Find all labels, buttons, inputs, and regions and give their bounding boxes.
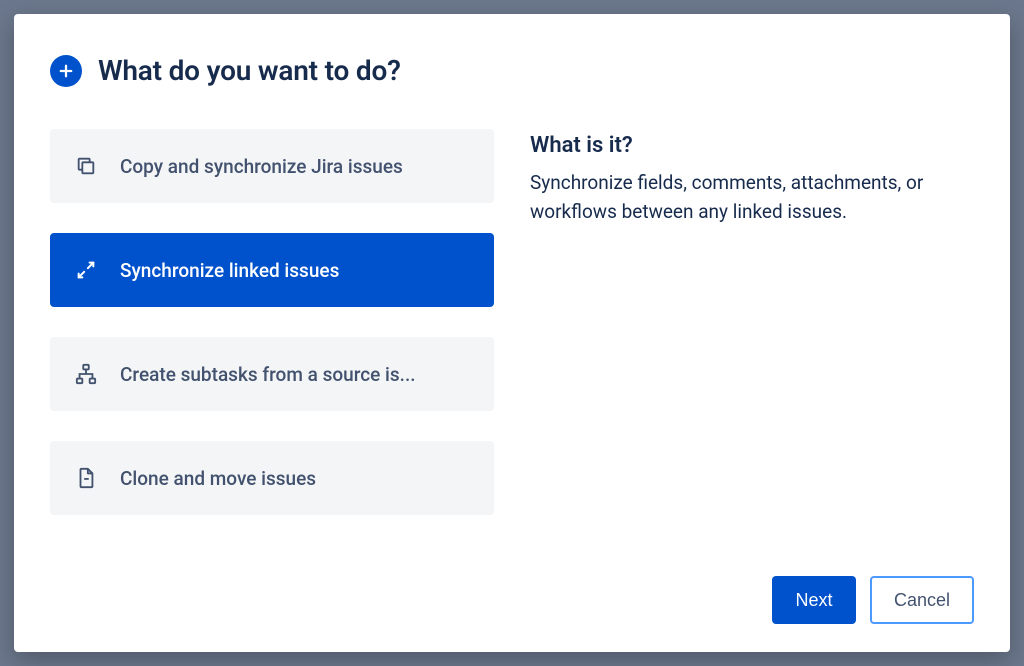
option-copy-sync[interactable]: Copy and synchronize Jira issues [50, 129, 494, 203]
detail-title: What is it? [530, 133, 974, 158]
option-label: Copy and synchronize Jira issues [120, 155, 403, 178]
options-list: Copy and synchronize Jira issues Synchro… [50, 129, 494, 556]
next-button[interactable]: Next [772, 576, 856, 624]
option-create-subtasks[interactable]: Create subtasks from a source is... [50, 337, 494, 411]
hierarchy-icon [74, 362, 98, 386]
sync-arrows-icon [74, 258, 98, 282]
option-label: Synchronize linked issues [120, 259, 339, 282]
option-sync-linked[interactable]: Synchronize linked issues [50, 233, 494, 307]
dialog: What do you want to do? Copy and synchro… [14, 14, 1010, 652]
plus-circle-icon [50, 55, 82, 87]
dialog-footer: Next Cancel [50, 576, 974, 624]
dialog-body: Copy and synchronize Jira issues Synchro… [50, 129, 974, 556]
option-label: Clone and move issues [120, 467, 316, 490]
document-icon [74, 466, 98, 490]
copy-icon [74, 154, 98, 178]
cancel-button[interactable]: Cancel [870, 576, 974, 624]
option-label: Create subtasks from a source is... [120, 363, 416, 386]
dialog-title: What do you want to do? [98, 54, 401, 87]
detail-text: Synchronize fields, comments, attachment… [530, 168, 974, 227]
option-clone-move[interactable]: Clone and move issues [50, 441, 494, 515]
detail-panel: What is it? Synchronize fields, comments… [530, 129, 974, 556]
dialog-header: What do you want to do? [50, 54, 974, 87]
